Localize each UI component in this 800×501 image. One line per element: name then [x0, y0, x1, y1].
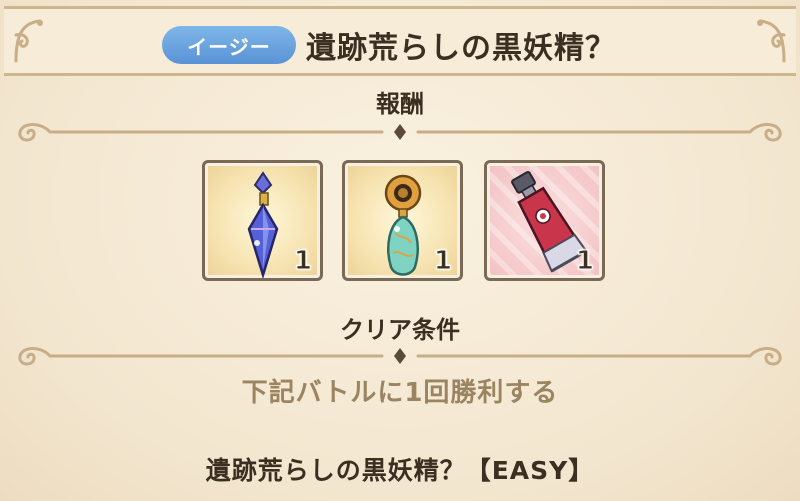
ornament-divider — [18, 347, 782, 366]
reward-item-1[interactable]: 1 — [202, 160, 323, 281]
ornament-divider — [18, 123, 782, 142]
reward-quantity: 1 — [433, 246, 452, 277]
clear-conditions-label: クリア条件 — [340, 316, 460, 344]
quest-header: イージー 遺跡荒らしの黒妖精？ — [4, 6, 796, 76]
ornament-corner-right-icon — [757, 19, 786, 63]
ornament-corner-left-icon — [14, 19, 43, 63]
difficulty-badge: イージー — [162, 26, 296, 64]
reward-item-3[interactable]: 1 — [484, 160, 605, 281]
divider-diamond-icon — [394, 124, 406, 140]
clear-condition-text: 下記バトルに1回勝利する — [241, 378, 559, 408]
battle-name: 遺跡荒らしの黒妖精？【EASY】 — [205, 456, 595, 485]
reward-quantity: 1 — [293, 246, 312, 277]
divider-diamond-icon — [394, 348, 406, 364]
rewards-label: 報酬 — [376, 90, 424, 118]
reward-item-2[interactable]: 1 — [342, 160, 463, 281]
quest-title: 遺跡荒らしの黒妖精？ — [306, 31, 616, 66]
reward-quantity: 1 — [575, 246, 594, 277]
